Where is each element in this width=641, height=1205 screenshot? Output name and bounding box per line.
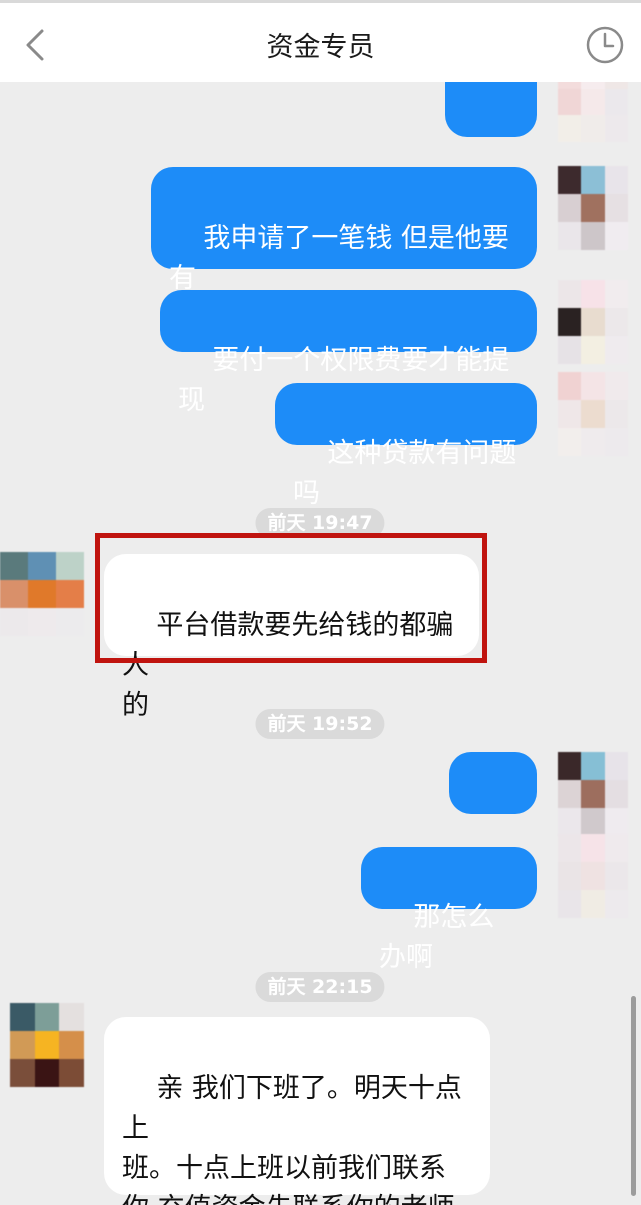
message-text: 亲 我们下班了。明天十点上 班。十点上班以前我们联系 你 充值资金先联系你的老师… [122,1073,462,1205]
my-message-bubble[interactable]: 在吗 [445,82,537,204]
message-text: 平台借款要先给钱的都骗人 的 [122,610,454,721]
page-title: 资金专员 [266,32,375,63]
my-message-bubble[interactable]: 我申请了一笔钱 但是他要有 权限 [151,167,537,334]
clock-icon [586,26,624,64]
contact-avatar[interactable] [10,1003,84,1087]
chat-message-list[interactable]: 在吗 我申请了一笔钱 但是他要有 权限 要付一个权限费要才能提现 这种贷款有问题… [0,82,641,1205]
timestamp: 前天 19:52 [255,709,385,739]
timestamp: 前天 22:15 [255,972,385,1002]
title-bar: 资金专员 [0,0,641,82]
my-avatar[interactable] [558,752,628,836]
my-avatar[interactable] [558,834,628,918]
timestamp: 前天 19:47 [255,508,385,538]
my-avatar[interactable] [558,166,628,250]
my-avatar[interactable] [558,82,628,142]
my-message-bubble[interactable]: 好 [449,752,537,878]
my-avatar[interactable] [558,372,628,456]
my-message-bubble[interactable]: 要付一个权限费要才能提现 [160,290,537,416]
my-avatar[interactable] [558,280,628,364]
history-button[interactable] [583,23,627,67]
scrollbar[interactable] [631,996,636,1196]
contact-message-bubble[interactable]: 亲 我们下班了。明天十点上 班。十点上班以前我们联系 你 充值资金先联系你的老师… [104,1017,490,1205]
message-text: 那怎么办啊 [379,902,495,973]
my-message-bubble[interactable]: 那怎么办啊 [361,847,537,973]
contact-message-bubble[interactable]: 平台借款要先给钱的都骗人 的 [104,554,479,721]
message-text: 这种贷款有问题吗 [293,438,517,509]
contact-avatar[interactable] [0,552,84,636]
my-message-bubble[interactable]: 这种贷款有问题吗 [275,383,537,509]
